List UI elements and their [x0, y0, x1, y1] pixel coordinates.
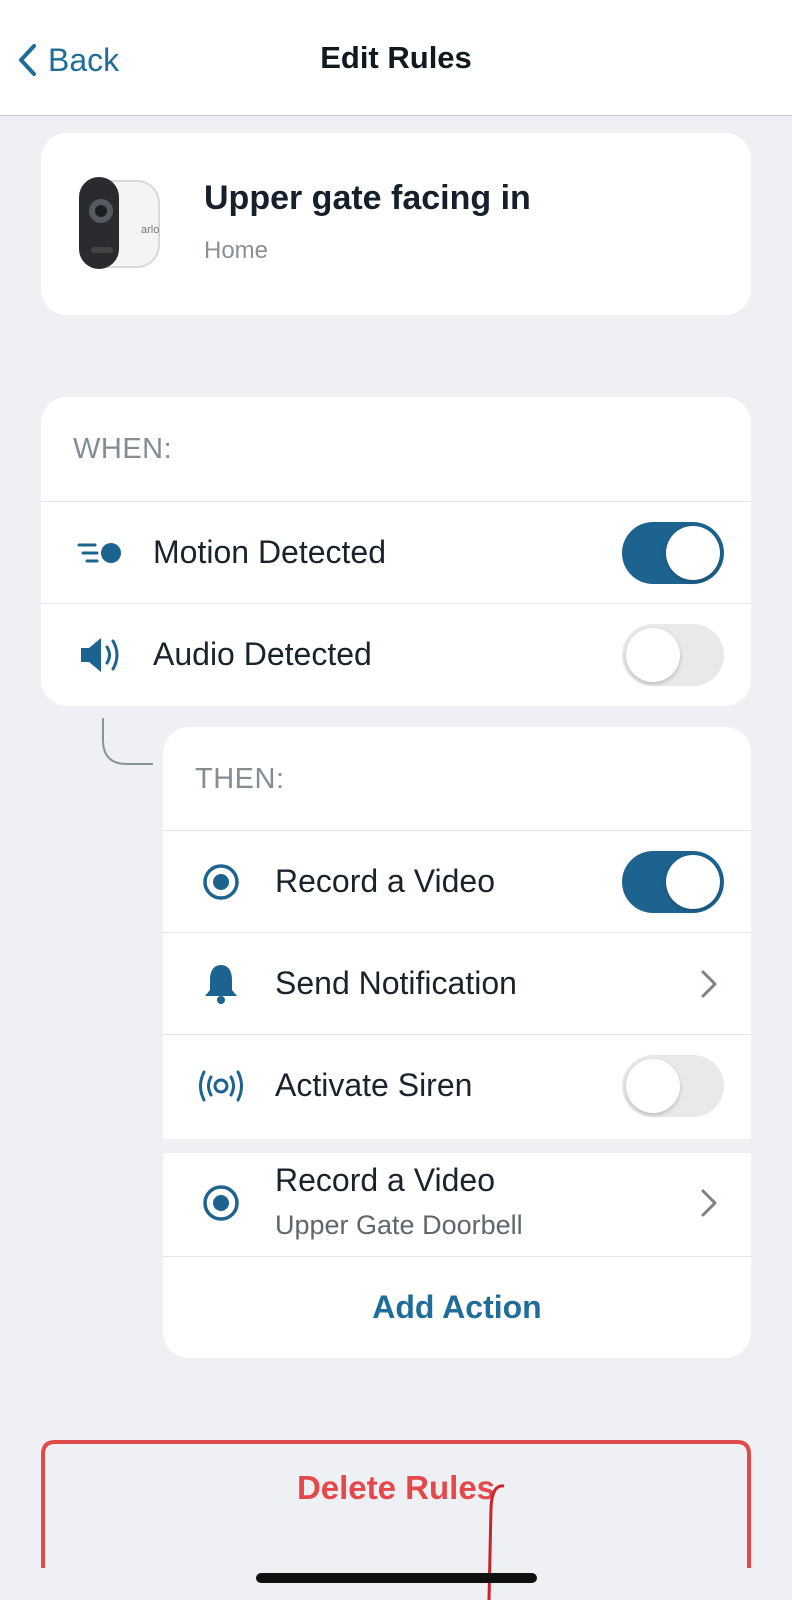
add-action-button[interactable]: Add Action	[163, 1256, 751, 1358]
action-row-record-video: Record a Video	[163, 830, 751, 932]
device-name: Upper gate facing in	[204, 179, 531, 217]
trigger-row-motion: Motion Detected	[41, 501, 751, 603]
record-icon	[197, 1179, 245, 1227]
record-icon	[197, 858, 245, 906]
action-row-record-video-doorbell[interactable]: Record a Video Upper Gate Doorbell	[163, 1151, 751, 1254]
chevron-right-icon	[701, 1189, 717, 1217]
record-video-toggle[interactable]	[622, 850, 724, 913]
siren-toggle[interactable]	[622, 1054, 724, 1117]
siren-icon	[197, 1062, 245, 1110]
toggle-knob	[666, 854, 720, 909]
group-separator	[163, 1139, 751, 1153]
home-indicator	[256, 1573, 537, 1583]
delete-rules-button[interactable]: Delete Rules	[41, 1469, 751, 1507]
toggle-knob	[626, 1058, 680, 1113]
bell-icon	[197, 960, 245, 1008]
speaker-icon	[77, 631, 125, 679]
then-card: THEN: Record a Video Send Notification A…	[163, 727, 751, 1358]
trigger-row-audio: Audio Detected	[41, 603, 751, 705]
action-row-activate-siren: Activate Siren	[163, 1034, 751, 1136]
toggle-knob	[666, 525, 720, 580]
action-label: Activate Siren	[275, 1067, 473, 1103]
action-row-send-notification[interactable]: Send Notification	[163, 932, 751, 1034]
navigation-bar: Back Edit Rules	[0, 0, 792, 116]
trigger-label: Audio Detected	[153, 636, 372, 672]
toggle-knob	[626, 627, 680, 682]
action-label: Record a Video	[275, 863, 495, 899]
device-card: arlo Upper gate facing in Home	[41, 133, 751, 315]
action-label: Record a Video	[275, 1162, 495, 1198]
when-card: WHEN: Motion Detected Audio Detected	[41, 397, 751, 706]
brand-mark: arlo	[141, 224, 159, 236]
page-title: Edit Rules	[320, 40, 472, 75]
device-location: Home	[204, 237, 269, 264]
motion-icon	[77, 529, 125, 577]
chevron-right-icon	[701, 970, 717, 997]
trigger-label: Motion Detected	[153, 534, 387, 570]
when-heading: WHEN:	[73, 433, 173, 465]
action-label: Send Notification	[275, 965, 517, 1001]
camera-thumbnail: arlo	[79, 177, 160, 269]
action-sublabel: Upper Gate Doorbell	[275, 1210, 523, 1240]
motion-toggle[interactable]	[622, 521, 724, 584]
audio-toggle[interactable]	[622, 623, 724, 686]
then-heading: THEN:	[195, 763, 285, 795]
connector-line	[102, 718, 153, 765]
